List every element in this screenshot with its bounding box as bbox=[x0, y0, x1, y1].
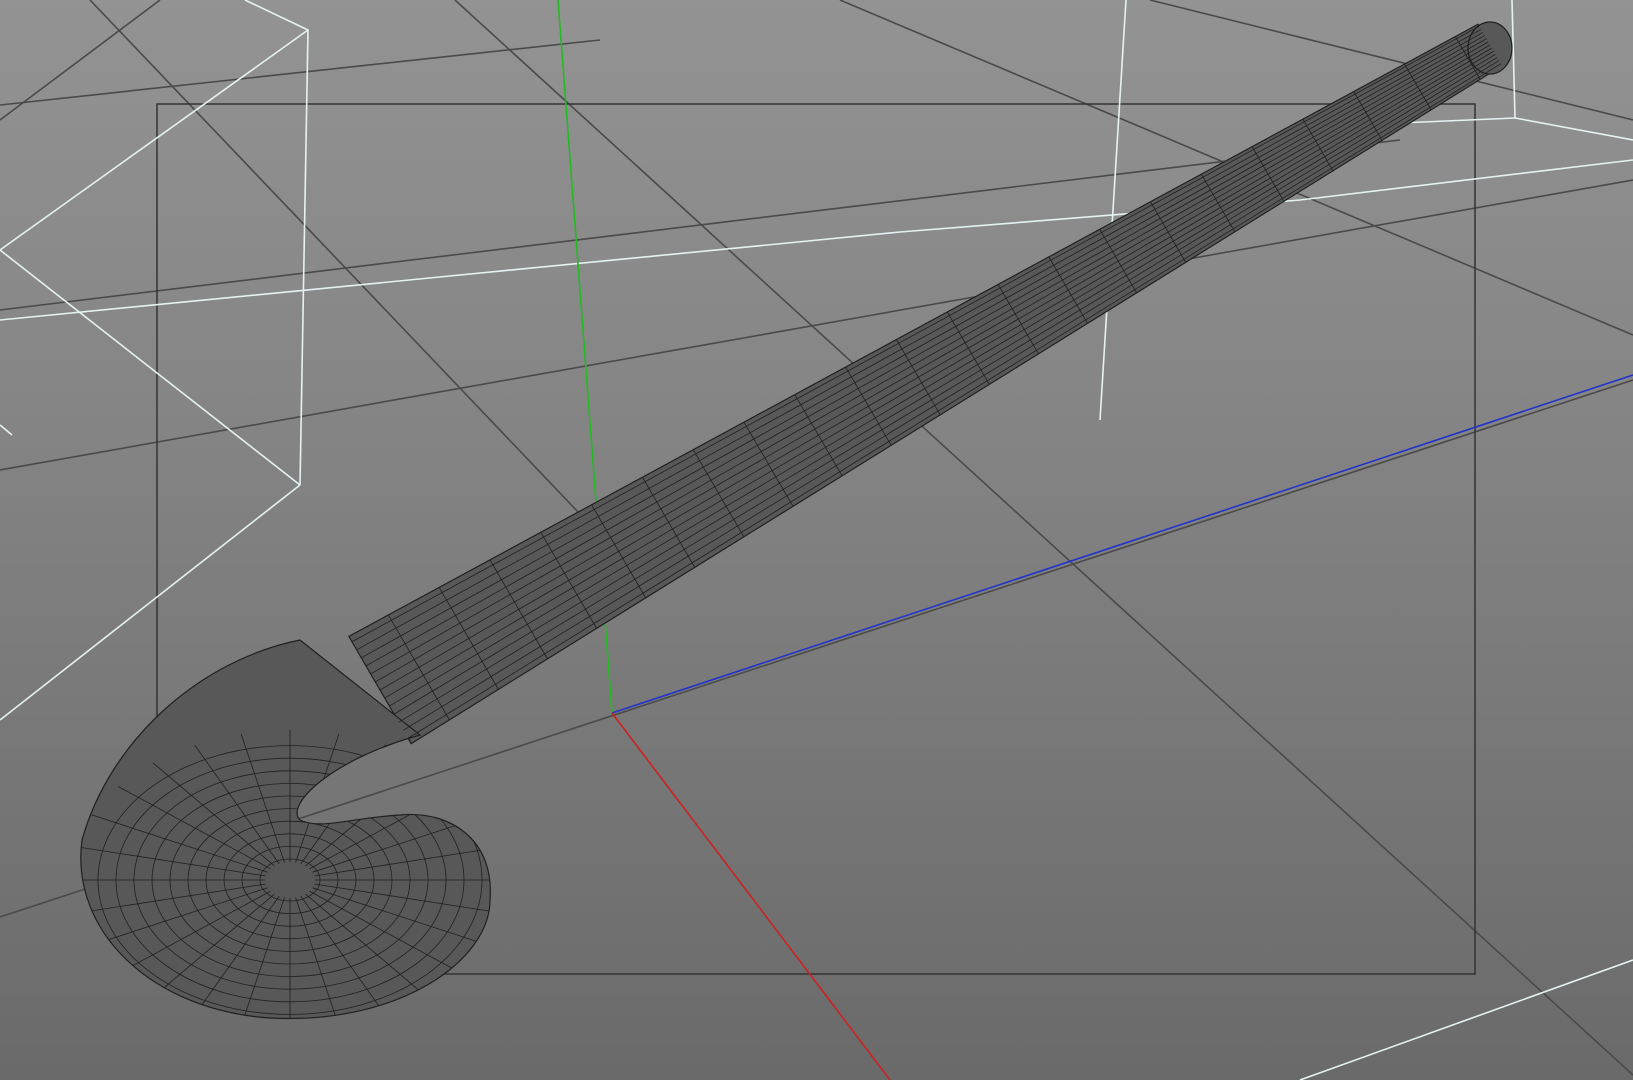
wire-edge bbox=[393, 53, 1496, 715]
wire-edge bbox=[398, 57, 1498, 723]
axis-x-line bbox=[611, 712, 891, 1080]
wire-edge bbox=[403, 60, 1500, 731]
light-edge bbox=[0, 159, 1633, 321]
3d-viewport[interactable] bbox=[0, 0, 1633, 1080]
light-edge bbox=[1099, 0, 1127, 421]
light-edge bbox=[1511, 0, 1633, 141]
hockey-stick[interactable] bbox=[70, 21, 1513, 1030]
light-edge bbox=[0, 424, 13, 436]
grid-line bbox=[0, 0, 161, 121]
wire-edge bbox=[370, 38, 1487, 675]
wire-edge bbox=[407, 63, 1502, 739]
viewport-scene[interactable] bbox=[0, 0, 1633, 1080]
light-edge bbox=[0, 249, 301, 486]
wire-edge bbox=[365, 35, 1485, 667]
wire-edge bbox=[356, 29, 1482, 651]
stick-shaft-body bbox=[348, 23, 1503, 745]
wire-edge bbox=[361, 32, 1483, 659]
wire-edge bbox=[375, 41, 1489, 683]
wire-edge bbox=[379, 44, 1491, 691]
grid-line bbox=[89, 0, 601, 536]
area-light-right[interactable] bbox=[1099, 0, 1633, 1080]
wire-edge bbox=[351, 25, 1480, 643]
light-edge bbox=[1299, 959, 1633, 1080]
light-edge bbox=[0, 29, 309, 251]
wire-edge bbox=[384, 47, 1493, 699]
